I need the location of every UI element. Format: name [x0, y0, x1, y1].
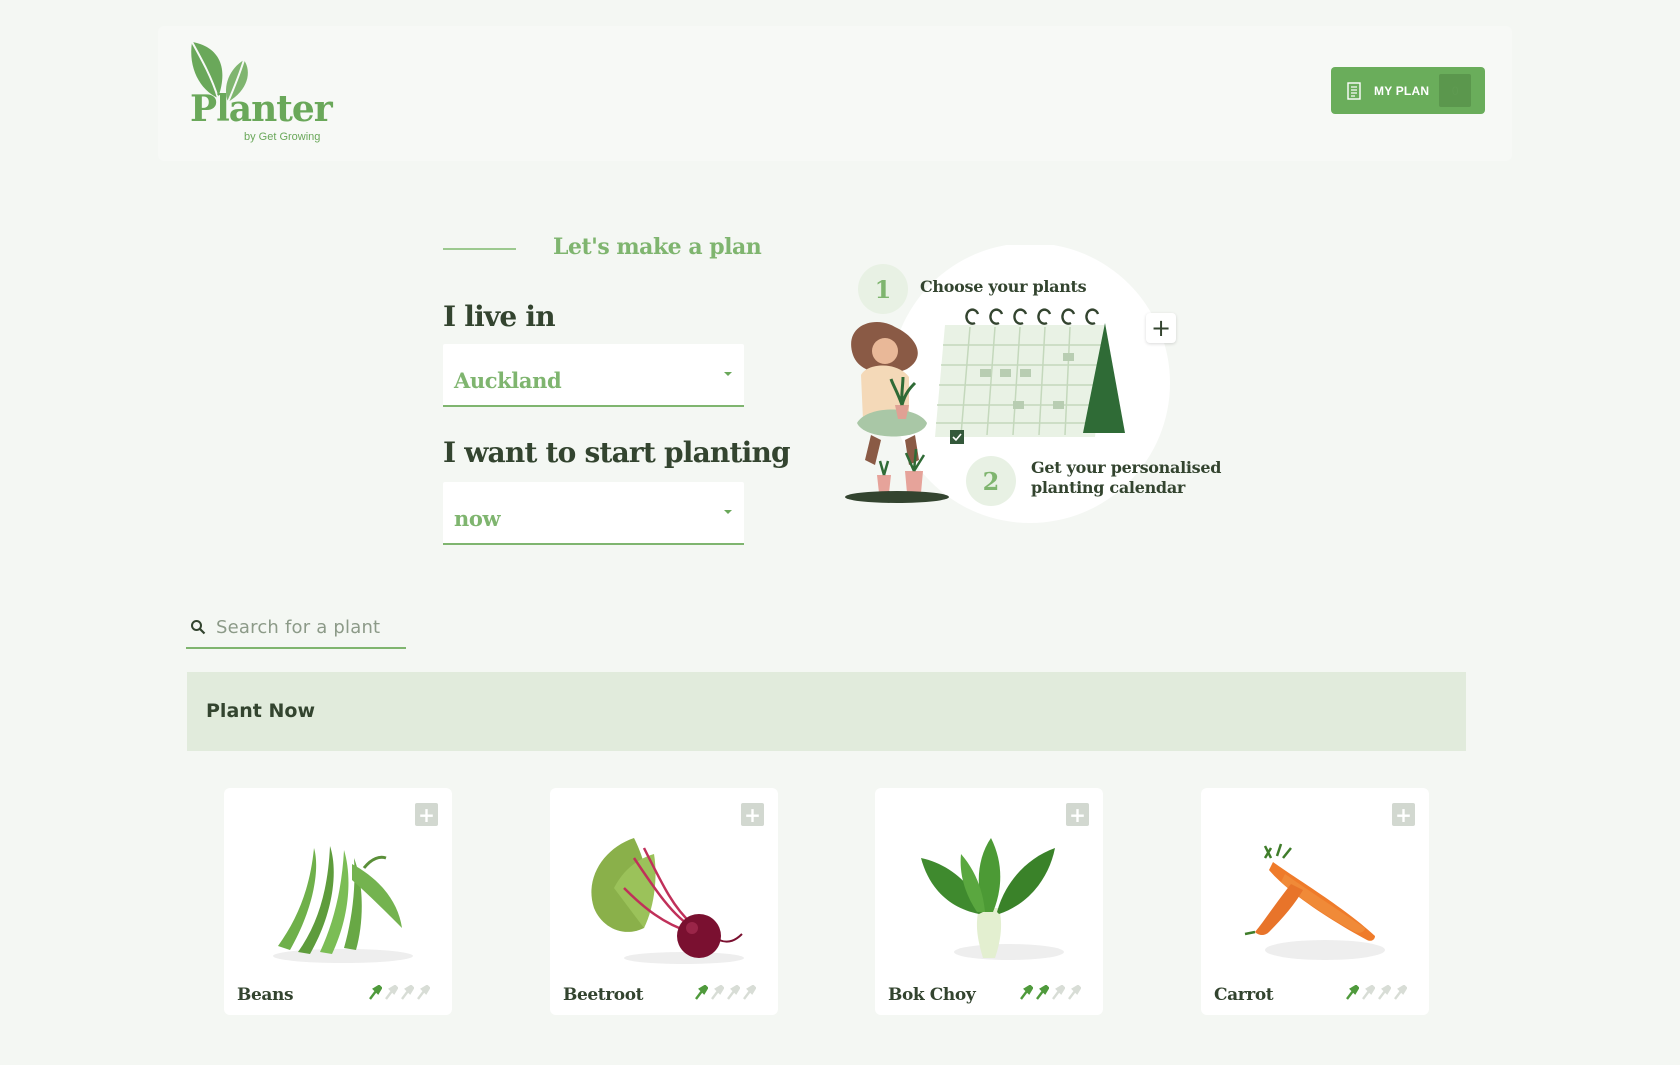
how-it-works-illustration: 1 Choose your plants + 2 Get your person… [835, 245, 1235, 535]
step-2-number: 2 [966, 456, 1016, 506]
my-plan-label: MY PLAN [1374, 83, 1430, 98]
plant-name: Beans [237, 985, 294, 1005]
beetroot-image [591, 838, 744, 964]
location-select-value: Auckland [454, 368, 562, 393]
step-2-text-line-2: planting calendar [1031, 478, 1186, 497]
difficulty-rating [1018, 985, 1081, 1003]
plant-name: Bok Choy [888, 985, 976, 1005]
my-plan-count-badge: 0 [1439, 74, 1472, 107]
start-planting-select[interactable]: now [443, 482, 744, 545]
plant-card-beetroot[interactable]: + Beetroot [550, 788, 778, 1015]
logo-tagline: by Get Growing [244, 131, 321, 143]
spade-empty-icon [727, 985, 740, 1000]
section-title: Plant Now [206, 700, 315, 722]
spade-empty-icon [401, 985, 414, 1000]
add-plant-button[interactable]: + [1066, 803, 1089, 826]
add-plant-button[interactable]: + [415, 803, 438, 826]
spade-filled-icon [369, 985, 382, 1000]
step-2-text-line-1: Get your personalised [1031, 458, 1222, 477]
spade-empty-icon [1394, 985, 1407, 1000]
my-plan-button[interactable]: MY PLAN 0 [1331, 67, 1485, 114]
spade-filled-icon [1346, 985, 1359, 1000]
plant-search [186, 607, 406, 649]
add-plant-button[interactable]: + [741, 803, 764, 826]
spade-empty-icon [743, 985, 756, 1000]
spade-filled-icon [1020, 985, 1033, 1000]
spade-filled-icon [695, 985, 708, 1000]
document-icon [1347, 81, 1361, 100]
difficulty-rating [367, 985, 430, 1003]
search-icon [191, 620, 206, 635]
start-planting-label: I want to start planting [443, 436, 791, 469]
spade-filled-icon [1036, 985, 1049, 1000]
difficulty-rating [1344, 985, 1407, 1003]
spade-empty-icon [417, 985, 430, 1000]
logo-wordmark: Planter [190, 88, 333, 130]
spade-empty-icon [1052, 985, 1065, 1000]
step-1-text: Choose your plants [920, 277, 1087, 296]
carrot-image [1244, 843, 1385, 960]
site-header: Planter by Get Growing MY PLAN 0 [158, 26, 1512, 161]
location-select[interactable]: Auckland [443, 344, 744, 407]
plan-eyebrow: Let's make a plan [553, 234, 762, 260]
plant-card-beans[interactable]: + Beans [224, 788, 452, 1015]
plant-card-carrot[interactable]: + Carrot [1201, 788, 1429, 1015]
step-2-text: Get your personalised planting calendar [1031, 458, 1221, 498]
chevron-down-icon [724, 510, 732, 514]
plant-name: Carrot [1214, 985, 1274, 1005]
plant-name: Beetroot [563, 985, 644, 1005]
beans-image [273, 846, 413, 963]
eyebrow-divider [443, 248, 516, 250]
plant-card-bok-choy[interactable]: + Bok Choy [875, 788, 1103, 1015]
spade-empty-icon [1068, 985, 1081, 1000]
search-input[interactable] [216, 613, 401, 641]
spade-empty-icon [1362, 985, 1375, 1000]
location-label: I live in [443, 300, 556, 333]
planter-logo[interactable]: Planter by Get Growing [186, 38, 336, 148]
difficulty-rating [693, 985, 756, 1003]
spade-empty-icon [385, 985, 398, 1000]
add-plant-button[interactable]: + [1392, 803, 1415, 826]
spade-empty-icon [711, 985, 724, 1000]
chevron-down-icon [724, 372, 732, 376]
plant-now-section-header: Plant Now [187, 672, 1466, 751]
bok-choy-image [921, 838, 1064, 960]
plus-icon: + [1146, 313, 1176, 343]
step-1-number: 1 [858, 264, 908, 314]
spade-empty-icon [1378, 985, 1391, 1000]
start-planting-select-value: now [454, 506, 501, 531]
